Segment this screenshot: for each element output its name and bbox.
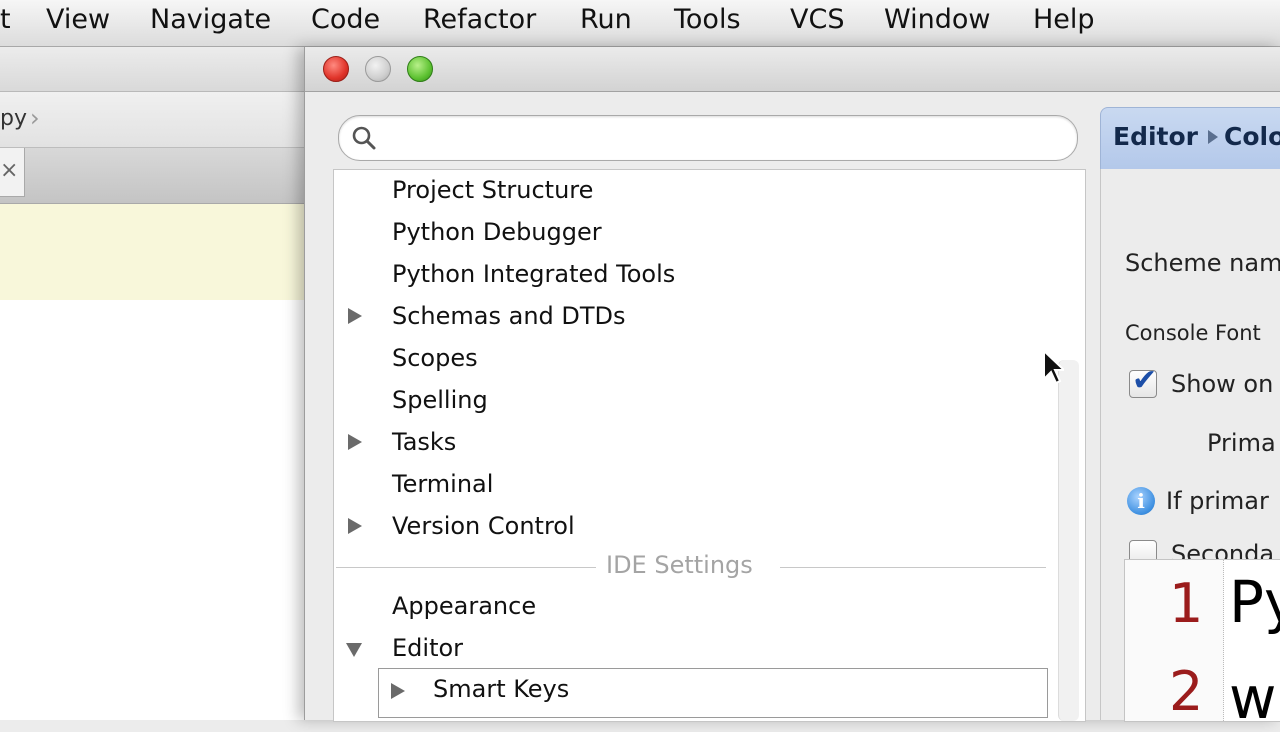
navigation-bar: py › — [0, 92, 305, 148]
settings-content-pane: Editor Colo Scheme nam Console Font ✔ Sh… — [1100, 107, 1280, 732]
preview-code-line: w — [1229, 664, 1277, 732]
menu-refactor[interactable]: Refactor — [423, 4, 536, 35]
primary-font-label: Prima — [1207, 429, 1276, 457]
editor-tab[interactable]: × — [0, 148, 25, 197]
console-font-label: Console Font — [1125, 321, 1261, 345]
tree-item-project-structure[interactable]: Project Structure — [334, 172, 1054, 210]
menu-tools[interactable]: Tools — [674, 4, 741, 35]
zoom-window-button[interactable] — [407, 56, 433, 82]
close-icon[interactable]: × — [0, 158, 18, 183]
search-input[interactable] — [385, 122, 1069, 154]
tree-scrollbar[interactable] — [1058, 360, 1079, 721]
editor-current-line-highlight — [0, 204, 305, 300]
show-only-checkbox[interactable]: ✔ — [1129, 363, 1157, 398]
menu-code[interactable]: Code — [311, 4, 380, 35]
expand-arrow-icon[interactable] — [348, 518, 362, 534]
tree-item-tasks[interactable]: Tasks — [334, 424, 1054, 462]
collapse-arrow-icon[interactable] — [346, 643, 362, 657]
tree-item-smart-keys[interactable]: Smart Keys — [378, 668, 1048, 718]
expand-arrow-icon[interactable] — [348, 308, 362, 324]
section-divider — [780, 567, 1046, 568]
expand-arrow-icon[interactable] — [391, 683, 405, 699]
tree-item-label: Smart Keys — [433, 675, 570, 703]
breadcrumb-colors: Colo — [1224, 122, 1280, 151]
breadcrumb-arrow-icon — [1208, 130, 1218, 144]
menu-vcs[interactable]: VCS — [790, 4, 844, 35]
section-divider — [336, 567, 596, 568]
preview-code-line: Py — [1229, 568, 1280, 636]
checkmark-icon: ✔ — [1132, 363, 1158, 398]
chevron-right-icon: › — [30, 104, 40, 132]
tree-item-schemas-and-dtds[interactable]: Schemas and DTDs — [334, 298, 1054, 336]
background-ide-window: py › × — [0, 47, 305, 720]
line-number: 2 — [1169, 660, 1204, 723]
tree-item-scopes[interactable]: Scopes — [334, 340, 1054, 378]
tree-item-label: Appearance — [392, 592, 537, 620]
font-preview-editor[interactable]: 1 2 Py w — [1124, 559, 1280, 732]
scheme-name-label: Scheme nam — [1125, 249, 1280, 277]
tree-item-label: Schemas and DTDs — [392, 302, 626, 330]
settings-dialog: Project Structure Python Debugger Python… — [304, 47, 1280, 732]
mouse-cursor-icon — [1043, 349, 1064, 385]
editor-area[interactable] — [0, 300, 305, 720]
settings-page-header: Editor Colo — [1100, 107, 1280, 171]
search-icon — [352, 126, 376, 150]
menu-run[interactable]: Run — [580, 4, 632, 35]
ide-toolbar — [0, 47, 305, 92]
line-number: 1 — [1169, 572, 1204, 635]
menu-view[interactable]: View — [46, 4, 110, 35]
tree-item-label: Python Debugger — [392, 218, 602, 246]
menu-help[interactable]: Help — [1033, 4, 1095, 35]
info-text: If primar — [1166, 487, 1269, 515]
tree-item-spelling[interactable]: Spelling — [334, 382, 1054, 420]
tree-item-label: Scopes — [392, 344, 478, 372]
tree-item-label: Version Control — [392, 512, 575, 540]
settings-search-field[interactable] — [338, 115, 1078, 161]
expand-arrow-icon[interactable] — [348, 434, 362, 450]
section-title-ide-settings: IDE Settings — [606, 551, 753, 579]
menu-window[interactable]: Window — [884, 4, 990, 35]
settings-tree: Project Structure Python Debugger Python… — [333, 169, 1086, 722]
tree-item-terminal[interactable]: Terminal — [334, 466, 1054, 504]
dialog-title-bar — [305, 47, 1280, 92]
menu-navigate[interactable]: Navigate — [150, 4, 271, 35]
tree-item-label: Project Structure — [392, 176, 594, 204]
info-icon: i — [1127, 487, 1155, 515]
tree-item-label: Terminal — [392, 470, 494, 498]
tree-item-appearance[interactable]: Appearance — [334, 588, 1054, 626]
tree-item-python-integrated-tools[interactable]: Python Integrated Tools — [334, 256, 1054, 294]
breadcrumb-file[interactable]: py — [0, 106, 27, 131]
minimize-window-button[interactable] — [365, 56, 391, 82]
tree-item-label: Python Integrated Tools — [392, 260, 676, 288]
show-only-label: Show on — [1171, 370, 1274, 398]
breadcrumb-editor: Editor — [1113, 122, 1198, 151]
tree-item-version-control[interactable]: Version Control — [334, 508, 1054, 546]
menu-bar: t View Navigate Code Refactor Run Tools … — [0, 0, 1280, 47]
tree-item-label: Spelling — [392, 386, 488, 414]
close-window-button[interactable] — [323, 56, 349, 82]
tree-item-python-debugger[interactable]: Python Debugger — [334, 214, 1054, 252]
tree-item-label: Tasks — [392, 428, 457, 456]
menu-edit[interactable]: t — [0, 4, 11, 35]
editor-tab-bar: × — [0, 148, 305, 204]
tree-item-editor[interactable]: Editor — [334, 630, 1054, 668]
tree-item-label: Editor — [392, 634, 464, 662]
